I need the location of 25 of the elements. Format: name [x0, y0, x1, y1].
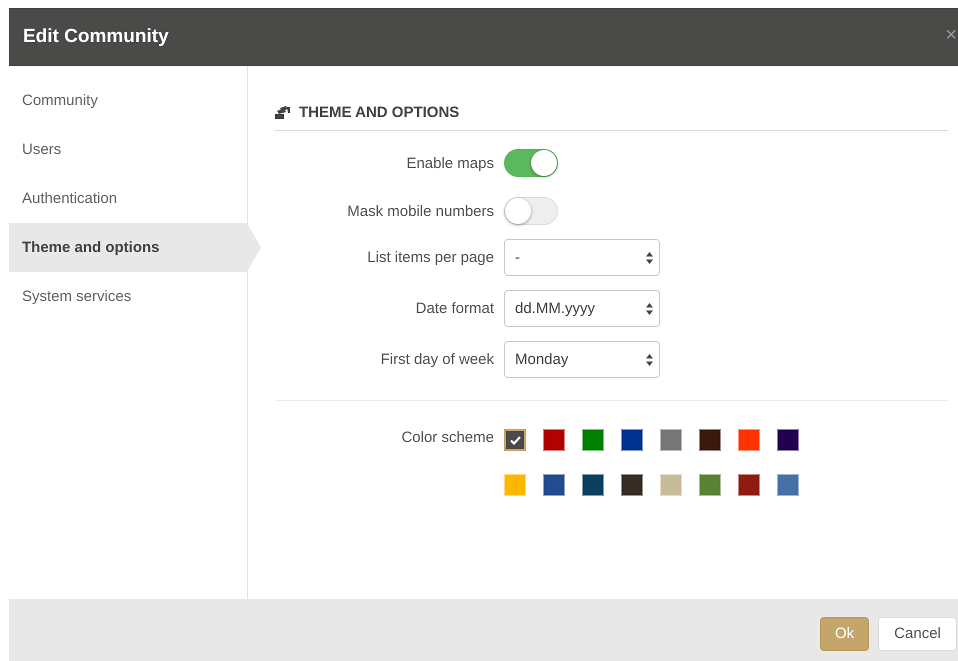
palette-icon [275, 106, 291, 119]
sidebar-item[interactable]: Community [9, 76, 247, 125]
sidebar-item[interactable]: Users [9, 125, 247, 174]
sidebar-item[interactable]: System services [9, 272, 247, 321]
select-arrows-icon [646, 302, 653, 314]
cancel-button[interactable]: Cancel [878, 616, 957, 650]
dialog-title: Edit Community [23, 26, 169, 48]
color-swatch[interactable] [504, 429, 526, 451]
field-label: Color scheme [400, 429, 494, 446]
sidebar-item[interactable]: Theme and options [9, 223, 261, 272]
select-field[interactable]: Monday [504, 341, 660, 378]
close-button[interactable]: × [945, 24, 957, 47]
field-label: Date format [414, 300, 494, 317]
select-arrows-icon [646, 252, 653, 264]
field-label: Mask mobile numbers [346, 202, 494, 220]
field-label: First day of week [380, 351, 494, 368]
sidebar-item[interactable]: Authentication [9, 174, 247, 223]
field-label: Enable maps [405, 154, 494, 172]
toggle-switch[interactable] [504, 149, 558, 177]
section-title: THEME AND OPTIONS [299, 104, 460, 121]
field-label: List items per page [366, 249, 494, 266]
select-field[interactable]: dd.MM.yyyy [504, 290, 660, 327]
check-icon [510, 436, 520, 444]
select-field[interactable]: - [504, 239, 660, 276]
select-arrows-icon [646, 354, 653, 366]
